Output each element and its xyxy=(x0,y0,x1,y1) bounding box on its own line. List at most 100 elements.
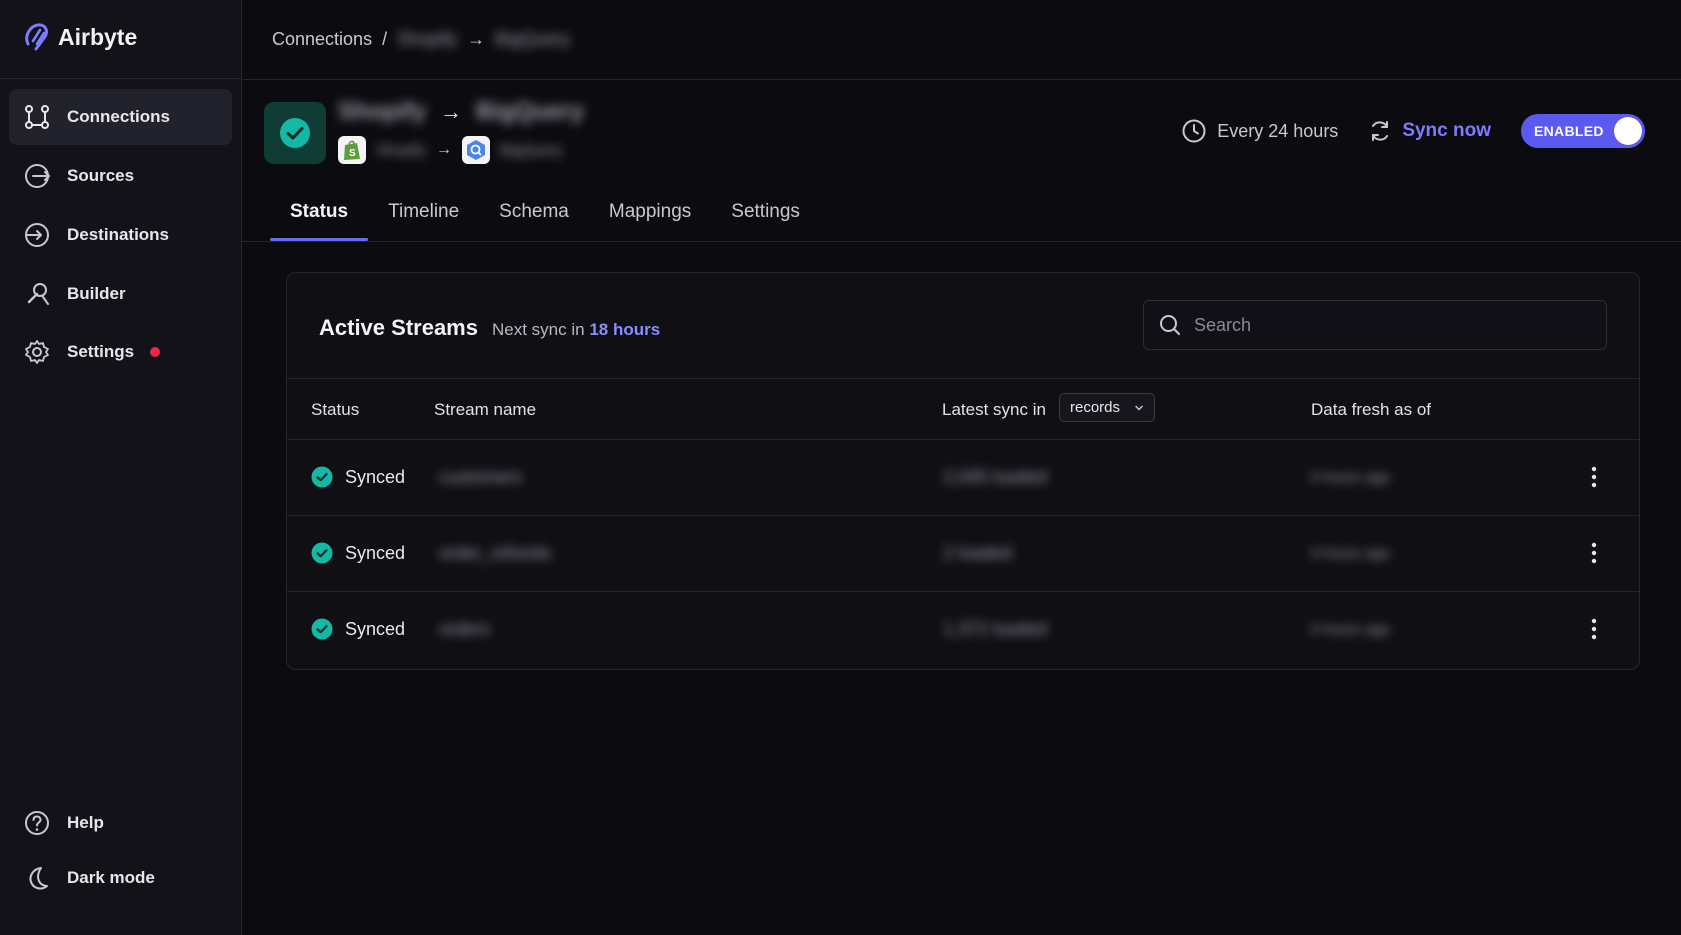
app-name: Airbyte xyxy=(58,23,138,50)
column-header-data-fresh[interactable]: Data fresh as of xyxy=(1311,400,1431,420)
tab-mappings[interactable]: Mappings xyxy=(589,201,711,241)
stream-latest-sync: 2 loaded xyxy=(943,543,1013,563)
schedule-label: Every 24 hours xyxy=(1217,120,1339,141)
breadcrumb-connections-link[interactable]: Connections xyxy=(272,29,372,50)
sidebar-item-sources[interactable]: Sources xyxy=(9,148,232,204)
connections-icon xyxy=(25,105,49,129)
column-header-latest-sync: Latest sync in records xyxy=(942,393,1156,422)
table-row[interactable]: Synced customers 2,045 loaded 6 hours ag… xyxy=(287,440,1639,516)
stream-status: Synced xyxy=(311,618,405,640)
latest-sync-unit-select[interactable]: records xyxy=(1059,393,1156,422)
arrow-right-icon: → xyxy=(436,141,453,158)
arrow-right-icon: → xyxy=(440,99,462,124)
stream-name: customers xyxy=(439,467,523,487)
shopify-icon[interactable]: S xyxy=(338,136,366,164)
toggle-knob xyxy=(1614,117,1642,145)
sidebar-item-label: Sources xyxy=(67,166,135,185)
sidebar-item-builder[interactable]: Builder xyxy=(9,266,232,322)
sync-now-button[interactable]: Sync now xyxy=(1368,119,1491,143)
streams-table-body: Synced customers 2,045 loaded 6 hours ag… xyxy=(287,440,1639,668)
tab-status[interactable]: Status xyxy=(270,201,369,241)
enabled-toggle[interactable]: ENABLED xyxy=(1521,114,1645,148)
sidebar-item-settings[interactable]: Settings xyxy=(9,324,232,380)
streams-table-header: Status Stream name Latest sync in record… xyxy=(287,379,1639,440)
help-icon xyxy=(25,811,49,835)
stream-data-fresh: 6 hours ago xyxy=(1311,621,1391,638)
destination-connector-name: BigQuery xyxy=(500,141,563,159)
sidebar-item-connections[interactable]: Connections xyxy=(9,89,232,145)
source-connector-name: Shopify xyxy=(376,141,427,159)
airbyte-logo[interactable]: Airbyte xyxy=(22,22,137,52)
sidebar-item-dark-mode[interactable]: Dark mode xyxy=(9,850,232,906)
notification-dot xyxy=(150,347,161,357)
kebab-menu-icon xyxy=(1591,542,1597,564)
connection-status-indicator xyxy=(264,102,326,164)
kebab-menu-icon xyxy=(1591,618,1597,640)
next-sync-prefix: Next sync in xyxy=(491,320,585,339)
sidebar-divider xyxy=(0,78,241,79)
row-menu-button[interactable] xyxy=(1591,542,1597,569)
stream-status-label: Synced xyxy=(345,618,406,639)
tab-timeline[interactable]: Timeline xyxy=(368,201,479,241)
sidebar-item-label: Dark mode xyxy=(67,868,155,887)
moon-icon xyxy=(29,867,48,890)
table-row[interactable]: Synced orders 1,372 loaded 6 hours ago xyxy=(287,592,1639,668)
connection-connectors: S Shopify → BigQuery xyxy=(338,136,563,164)
sidebar-item-destinations[interactable]: Destinations xyxy=(9,207,232,263)
kebab-menu-icon xyxy=(1591,466,1597,488)
next-sync-info: Next sync in 18 hours xyxy=(492,320,660,340)
bigquery-icon[interactable] xyxy=(462,136,491,164)
sidebar-item-help[interactable]: Help xyxy=(9,795,232,851)
connection-header: Shopify → BigQuery S Shopify → BigQuery … xyxy=(242,80,1681,242)
clock-icon xyxy=(1182,119,1206,143)
active-streams-card: Active Streams Next sync in 18 hours Sta… xyxy=(286,272,1640,670)
stream-status: Synced xyxy=(311,542,405,564)
breadcrumb-source: Shopify xyxy=(397,29,458,49)
connection-tabs: Status Timeline Schema Mappings Settings xyxy=(270,201,820,241)
chevron-down-icon xyxy=(1135,405,1143,411)
sidebar-item-label: Destinations xyxy=(67,225,170,244)
column-header-stream-name[interactable]: Stream name xyxy=(434,400,536,420)
breadcrumb-destination: BigQuery xyxy=(495,29,571,49)
latest-sync-unit-value: records xyxy=(1070,399,1121,416)
search-input[interactable] xyxy=(1194,314,1594,336)
svg-text:S: S xyxy=(349,148,356,159)
connection-source-name: Shopify xyxy=(338,98,426,125)
column-header-status[interactable]: Status xyxy=(311,400,359,420)
tab-settings[interactable]: Settings xyxy=(711,201,820,241)
stream-name: order_refunds xyxy=(439,543,552,563)
row-menu-button[interactable] xyxy=(1591,618,1597,645)
sidebar-item-label: Settings xyxy=(67,342,135,361)
stream-latest-sync: 2,045 loaded xyxy=(943,467,1048,487)
tab-schema[interactable]: Schema xyxy=(479,201,589,241)
check-circle-icon xyxy=(311,542,333,564)
stream-search xyxy=(1143,300,1607,350)
stream-data-fresh: 6 hours ago xyxy=(1311,469,1391,486)
sources-icon xyxy=(25,164,50,188)
sync-now-label: Sync now xyxy=(1402,120,1491,141)
next-sync-value: 18 hours xyxy=(589,320,661,339)
check-circle-icon xyxy=(311,466,333,488)
sidebar-item-label: Builder xyxy=(67,284,126,303)
schedule-display[interactable]: Every 24 hours xyxy=(1181,118,1338,144)
sync-icon xyxy=(1372,121,1389,141)
stream-status-label: Synced xyxy=(345,542,406,563)
connection-destination-name: BigQuery xyxy=(476,98,585,125)
active-streams-title: Active Streams xyxy=(319,315,478,340)
sidebar-item-label: Connections xyxy=(67,107,170,126)
latest-sync-label: Latest sync in xyxy=(942,400,1046,419)
card-header: Active Streams Next sync in 18 hours xyxy=(287,273,1639,379)
arrow-right-icon: → xyxy=(467,29,486,49)
destinations-icon xyxy=(25,223,49,247)
stream-data-fresh: 6 hours ago xyxy=(1311,545,1391,562)
table-row[interactable]: Synced order_refunds 2 loaded 6 hours ag… xyxy=(287,516,1639,592)
sidebar: Airbyte Connections Sources Destinations xyxy=(0,0,242,935)
row-menu-button[interactable] xyxy=(1591,466,1597,493)
sidebar-item-label: Help xyxy=(67,813,104,832)
connection-title: Shopify → BigQuery xyxy=(338,98,584,126)
check-circle-icon xyxy=(311,618,333,640)
card-title: Active Streams Next sync in 18 hours xyxy=(319,315,660,341)
stream-latest-sync: 1,372 loaded xyxy=(943,619,1048,639)
builder-icon xyxy=(27,283,49,305)
breadcrumb: Connections / Shopify → BigQuery xyxy=(242,0,1681,80)
